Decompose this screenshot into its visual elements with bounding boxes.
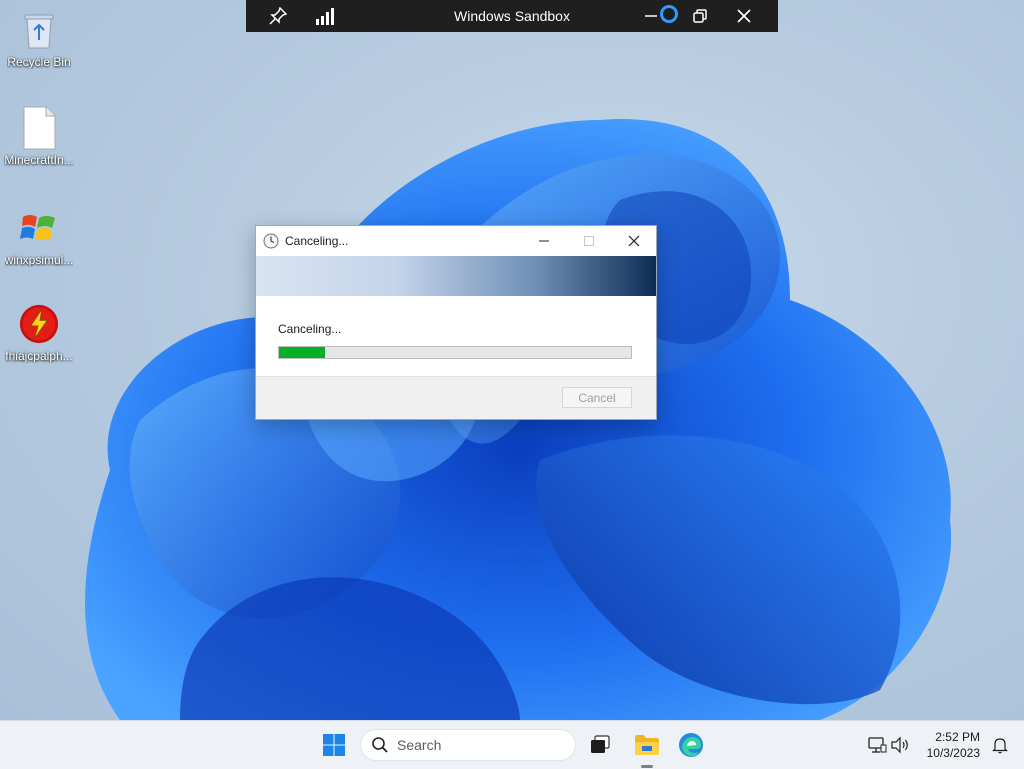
windows-xp-logo-icon (19, 206, 59, 250)
dialog-maximize-button (566, 226, 611, 256)
edge-icon (679, 733, 703, 757)
pin-icon[interactable] (254, 0, 302, 32)
start-button[interactable] (318, 729, 350, 761)
task-view-icon (591, 735, 610, 753)
volume-icon[interactable] (888, 734, 912, 756)
file-explorer-button[interactable] (631, 729, 663, 761)
network-icon[interactable] (866, 734, 888, 756)
task-view-button[interactable] (584, 729, 616, 761)
desktop-icon-fhiajcpalph[interactable]: fhiajcpalph... (0, 302, 78, 363)
desktop-icon-label: MinecraftIn... (4, 153, 74, 167)
system-tray (866, 721, 912, 769)
sandbox-title-bar: Windows Sandbox (246, 0, 778, 32)
taskbar-clock[interactable]: 2:52 PM 10/3/2023 (927, 729, 980, 761)
progress-bar (278, 346, 632, 359)
dialog-banner (256, 256, 656, 296)
document-icon (19, 106, 59, 150)
file-explorer-icon (635, 735, 659, 755)
dialog-title-bar: Canceling... (256, 226, 656, 256)
clock-date: 10/3/2023 (926, 746, 980, 760)
notification-button[interactable] (984, 729, 1016, 761)
edge-button[interactable] (675, 729, 707, 761)
close-icon[interactable] (720, 0, 768, 32)
signal-icon[interactable] (302, 0, 350, 32)
canceling-dialog: Canceling... Canceling... Cancel (255, 225, 657, 420)
minimize-icon (538, 240, 549, 242)
dialog-message: Canceling... (278, 322, 342, 336)
maximize-icon (583, 236, 594, 246)
progress-fill (279, 347, 325, 358)
restore-icon[interactable] (680, 0, 720, 32)
dialog-close-button[interactable] (611, 226, 656, 256)
desktop-icon-label: winxpsimul... (4, 253, 74, 267)
start-icon (323, 734, 345, 756)
desktop-icon-minecraft-installer[interactable]: MinecraftIn... (0, 106, 78, 167)
clock-time: 2:52 PM (935, 730, 980, 744)
cancel-button[interactable]: Cancel (562, 387, 632, 408)
search-placeholder: Search (397, 737, 442, 753)
search-icon (372, 737, 388, 753)
clock-icon (263, 233, 279, 249)
dialog-body: Canceling... (256, 296, 656, 377)
lightning-app-icon (19, 302, 59, 346)
desktop-icon-label: fhiajcpalph... (5, 349, 73, 363)
dialog-title: Canceling... (285, 234, 349, 248)
dialog-footer: Cancel (256, 376, 656, 419)
cursor-ring-icon (660, 0, 680, 32)
desktop-icon-winxpsimulator[interactable]: winxpsimul... (0, 206, 78, 267)
taskbar: Search 2:52 PM 10/3/2023 (0, 720, 1024, 769)
recycle-bin-icon (19, 8, 59, 52)
desktop-icon-label: Recycle Bin (7, 55, 71, 69)
close-icon (628, 235, 639, 247)
desktop-icon-recycle-bin[interactable]: Recycle Bin (0, 8, 78, 69)
dialog-minimize-button[interactable] (521, 226, 566, 256)
notification-bell-icon (992, 738, 1008, 754)
taskbar-search-box[interactable]: Search (360, 729, 576, 761)
